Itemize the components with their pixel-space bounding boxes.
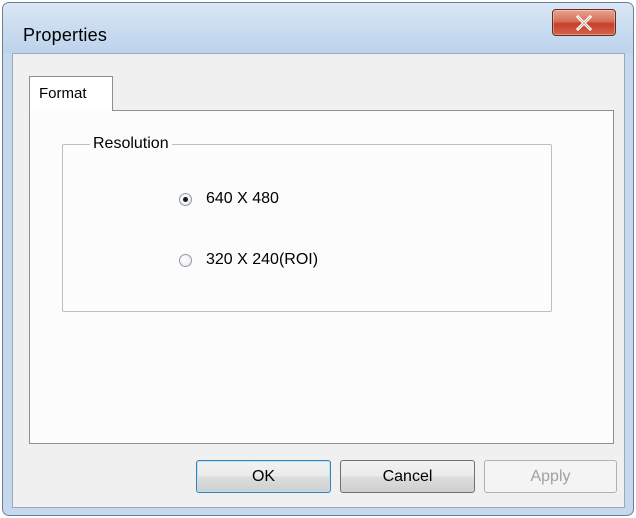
cancel-button[interactable]: Cancel — [340, 460, 475, 493]
resolution-groupbox — [62, 144, 552, 312]
apply-button[interactable]: Apply — [484, 460, 617, 493]
ok-button[interactable]: OK — [196, 460, 331, 493]
close-icon — [575, 15, 593, 31]
radio-button[interactable] — [179, 254, 192, 267]
dialog-body: Format Resolution 640 X 480 320 X 240(RO… — [12, 53, 625, 508]
tab-format-label: Format — [39, 85, 87, 102]
close-button[interactable] — [552, 9, 616, 36]
resolution-group-label: Resolution — [90, 135, 172, 153]
tab-format[interactable]: Format — [29, 76, 113, 111]
resolution-option-label: 320 X 240(ROI) — [206, 251, 319, 268]
resolution-option-label: 640 X 480 — [206, 190, 279, 207]
radio-button-selected[interactable] — [179, 193, 192, 206]
title-bar[interactable]: Properties — [3, 3, 633, 53]
window-title: Properties — [23, 25, 108, 45]
properties-dialog: Properties Format Resolution 640 X 480 3… — [2, 2, 634, 516]
radio-selected-dot — [183, 197, 188, 202]
